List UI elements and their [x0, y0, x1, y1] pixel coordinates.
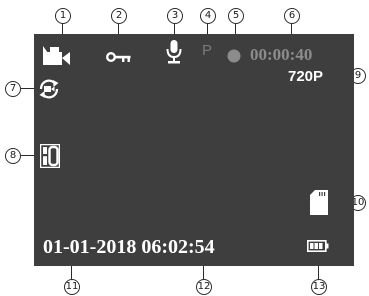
resolution-label: 720P — [288, 68, 324, 85]
date-time-stamp: 01-01-2018 06:02:54 — [43, 236, 215, 258]
callout-12: 12 — [196, 279, 212, 295]
callout-6: 6 — [284, 8, 300, 24]
callout-13: 13 — [311, 279, 327, 295]
battery-icon — [307, 240, 329, 252]
callout-2: 2 — [111, 8, 127, 24]
callout-11: 11 — [64, 279, 80, 295]
recording-timer: 00:00:40 — [250, 45, 313, 64]
parking-mode-indicator: P — [202, 42, 213, 59]
microphone-icon — [166, 40, 182, 64]
loop-recording-icon — [39, 79, 59, 99]
callout-1: 1 — [55, 8, 71, 24]
callout-7: 7 — [5, 81, 21, 97]
video-camera-icon — [43, 46, 70, 65]
callout-3: 3 — [167, 8, 183, 24]
key-icon — [106, 52, 131, 62]
record-dot-icon — [227, 49, 241, 63]
dashcam-screen: P 00:00:40 720P 01-01-2018 06:02:54 — [34, 34, 354, 266]
exposure-value-icon — [40, 144, 60, 168]
sd-card-icon — [310, 190, 328, 215]
callout-5: 5 — [228, 8, 244, 24]
callout-8: 8 — [5, 148, 21, 164]
callout-4: 4 — [200, 8, 216, 24]
